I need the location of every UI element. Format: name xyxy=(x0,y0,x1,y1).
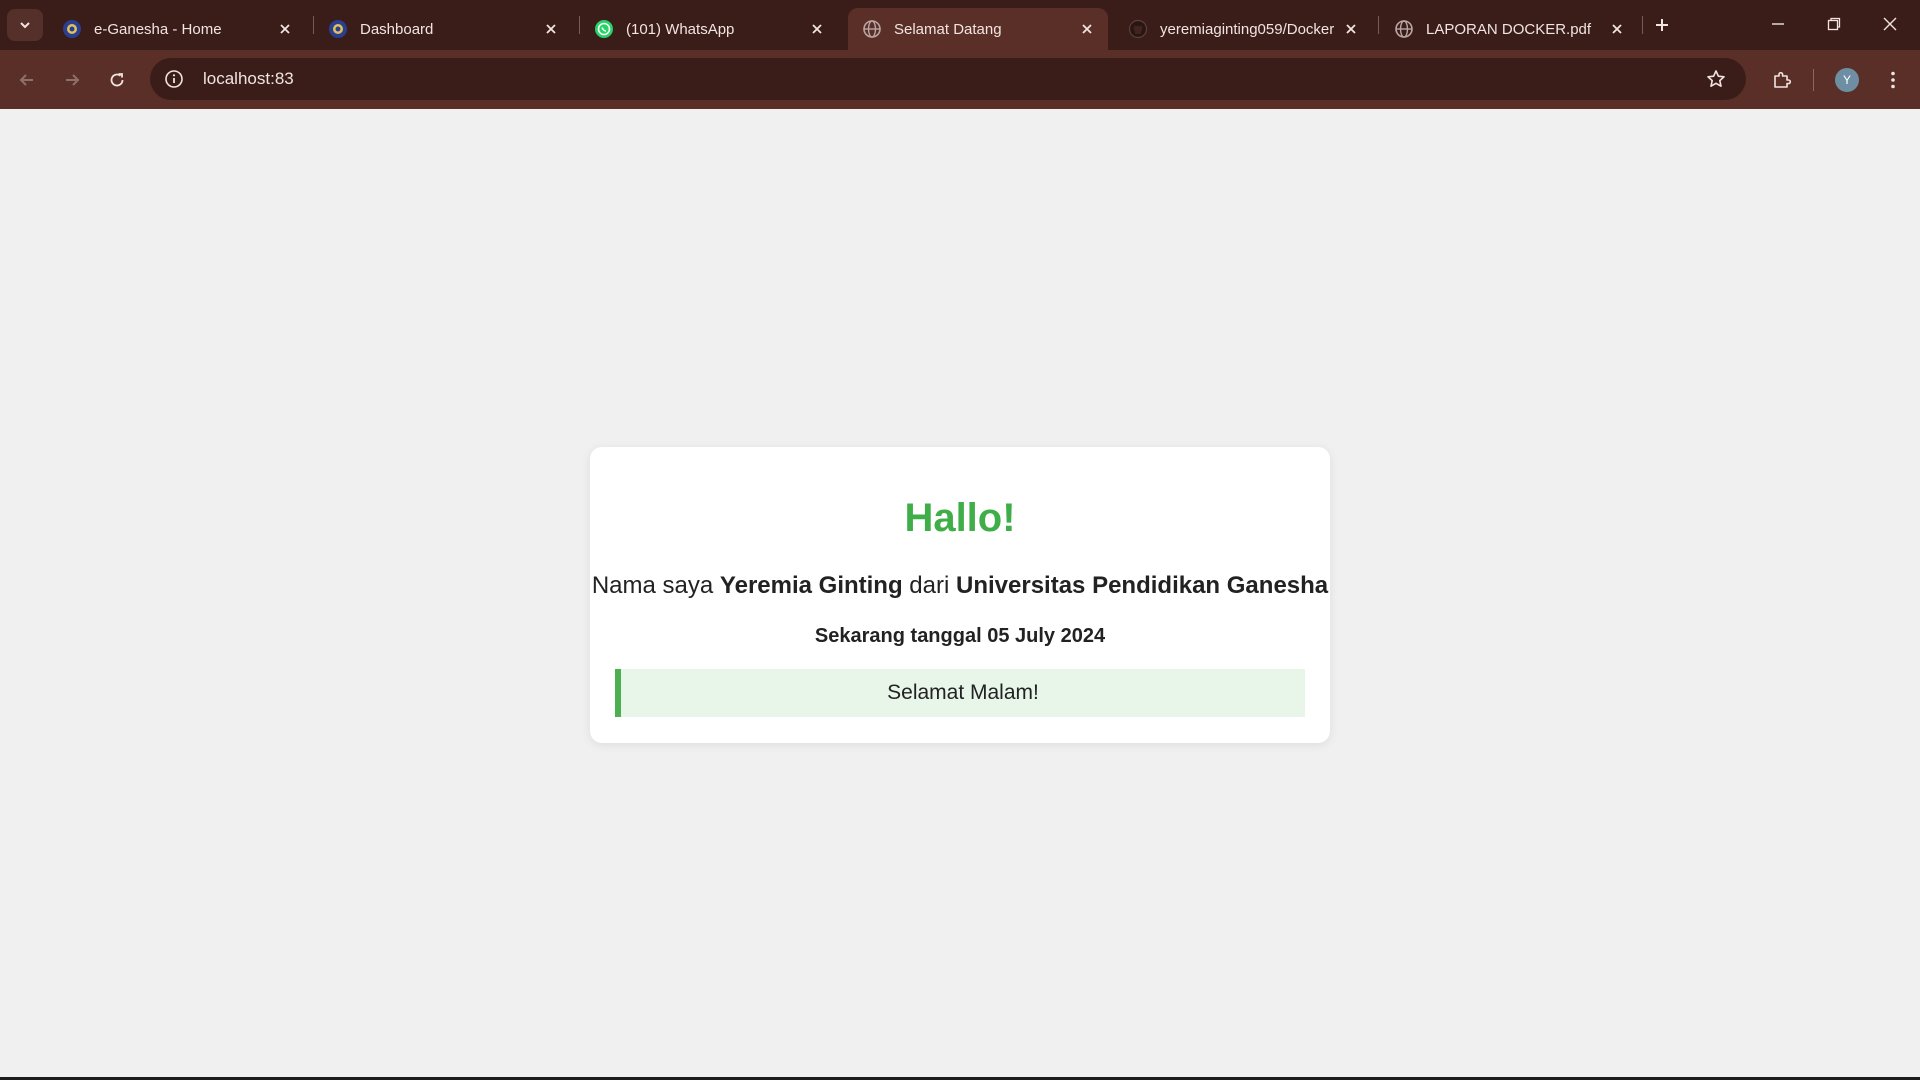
menu-button[interactable] xyxy=(1876,63,1910,97)
restore-button[interactable] xyxy=(1806,0,1862,48)
intro-text: Nama saya Yeremia Ginting dari Universit… xyxy=(590,571,1330,601)
date-text: Sekarang tanggal 05 July 2024 xyxy=(814,625,1106,647)
close-window-button[interactable] xyxy=(1862,0,1918,48)
close-icon[interactable] xyxy=(274,18,296,40)
reload-button[interactable] xyxy=(100,63,134,97)
greeting-message: Selamat Malam! xyxy=(615,669,1305,717)
university-logo-icon xyxy=(328,19,348,39)
page-viewport: Hallo! Nama saya Yeremia Ginting dari Un… xyxy=(0,109,1920,1077)
profile-button[interactable]: Y xyxy=(1830,63,1864,97)
intro-prefix: Nama saya xyxy=(591,572,714,599)
kebab-menu-icon xyxy=(1891,71,1895,89)
tab-title: yeremiaginting059/Docker xyxy=(1160,20,1335,38)
close-icon[interactable] xyxy=(806,18,828,40)
tab-whatsapp[interactable]: (101) WhatsApp xyxy=(580,8,838,50)
whatsapp-icon xyxy=(594,19,614,39)
forward-button[interactable] xyxy=(55,63,89,97)
tab-search-button[interactable] xyxy=(7,9,43,41)
new-tab-button[interactable] xyxy=(1648,12,1676,38)
globe-icon xyxy=(1394,19,1414,39)
author-name: Yeremia Ginting xyxy=(719,572,903,599)
intro-middle: dari xyxy=(909,572,950,599)
page-title: Hallo! xyxy=(904,496,1016,540)
close-icon[interactable] xyxy=(540,18,562,40)
university-name: Universitas Pendidikan Ganesha xyxy=(956,572,1329,599)
back-button[interactable] xyxy=(10,63,44,97)
tab-title: Dashboard xyxy=(360,20,434,38)
tab-laporan-docker[interactable]: LAPORAN DOCKER.pdf xyxy=(1380,8,1638,50)
chevron-down-icon xyxy=(20,22,30,29)
tab-dashboard[interactable]: Dashboard xyxy=(314,8,572,50)
extensions-button[interactable] xyxy=(1765,63,1799,97)
tab-selamat-datang[interactable]: Selamat Datang xyxy=(848,8,1108,50)
tab-title: e-Ganesha - Home xyxy=(94,20,222,38)
close-icon[interactable] xyxy=(1606,18,1628,40)
close-icon[interactable] xyxy=(1076,18,1098,40)
minimize-icon xyxy=(1772,23,1784,25)
tab-separator xyxy=(1642,16,1643,34)
restore-icon xyxy=(1827,17,1841,31)
tab-github-docker[interactable]: yeremiaginting059/Docker xyxy=(1114,8,1372,50)
site-info-icon[interactable] xyxy=(159,64,189,94)
url-text[interactable]: localhost:83 xyxy=(203,69,294,89)
tab-title: LAPORAN DOCKER.pdf xyxy=(1426,20,1592,38)
puzzle-icon xyxy=(1774,71,1792,88)
welcome-card: Hallo! Nama saya Yeremia Ginting dari Un… xyxy=(590,447,1330,743)
close-icon[interactable] xyxy=(1340,18,1362,40)
university-logo-icon xyxy=(62,19,82,39)
avatar: Y xyxy=(1835,68,1859,92)
globe-icon xyxy=(862,19,882,39)
arrow-right-icon xyxy=(66,74,80,86)
tab-title: (101) WhatsApp xyxy=(626,20,735,38)
github-icon xyxy=(1128,19,1148,39)
toolbar-divider xyxy=(1813,69,1814,91)
address-bar[interactable]: localhost:83 xyxy=(150,58,1746,100)
tab-title: Selamat Datang xyxy=(894,20,1002,38)
tab-strip: e-Ganesha - Home Dashboard (101) WhatsAp… xyxy=(0,0,1920,50)
tab-separator xyxy=(1378,16,1379,34)
plus-icon xyxy=(1656,19,1668,31)
close-icon xyxy=(1883,17,1897,31)
bookmark-star-icon[interactable] xyxy=(1704,67,1728,91)
minimize-button[interactable] xyxy=(1750,0,1806,48)
reload-icon xyxy=(110,73,124,87)
tab-e-ganesha[interactable]: e-Ganesha - Home xyxy=(48,8,306,50)
arrow-left-icon xyxy=(19,74,33,86)
